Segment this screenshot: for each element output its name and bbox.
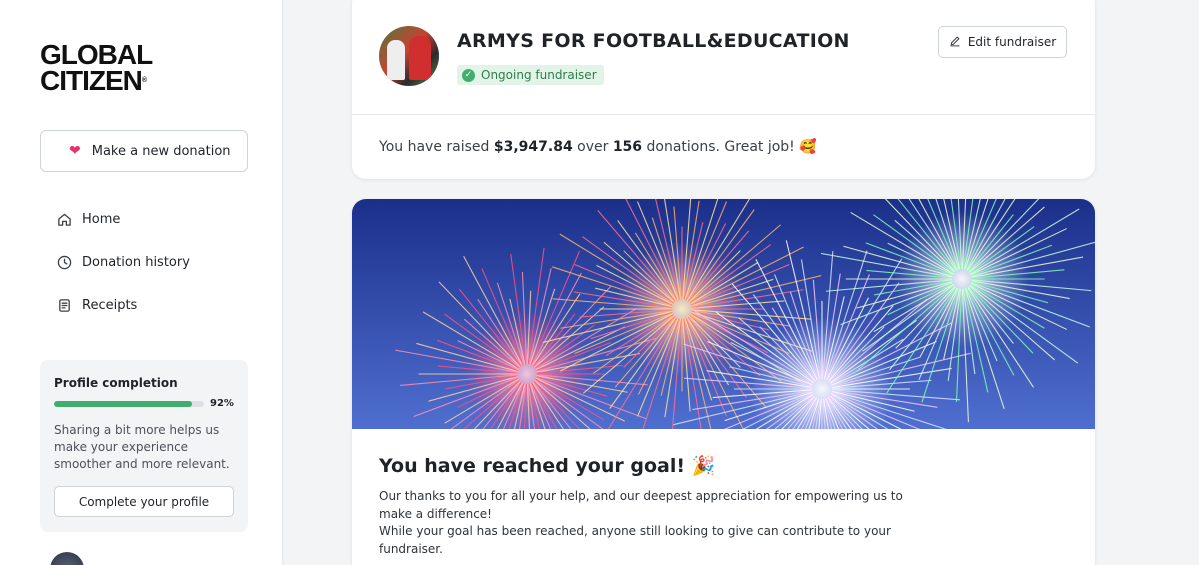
edit-fundraiser-label: Edit fundraiser [967,35,1057,49]
sidebar: GLOBAL CITIZEN® ❤ Make a new donation Ho… [0,0,283,565]
goal-message-line-2: While your goal has been reached, anyone… [379,524,891,556]
check-circle-icon: ✓ [462,68,475,82]
goal-message: Our thanks to you for all your help, and… [379,488,909,558]
status-badge: ✓ Ongoing fundraiser [457,65,604,85]
fundraiser-summary-card: ARMYS FOR FOOTBALL&EDUCATION ✓ Ongoing f… [352,0,1095,179]
raised-mid: over [572,139,613,155]
card-divider [352,114,1095,115]
fireworks-image [352,199,1095,429]
logo-registered-mark: ® [141,77,148,84]
home-icon [56,212,72,228]
make-donation-button[interactable]: ❤ Make a new donation [40,130,248,172]
global-citizen-logo[interactable]: GLOBAL CITIZEN® [40,41,180,96]
user-avatar[interactable] [50,552,84,565]
edit-fundraiser-button[interactable]: Edit fundraiser [938,26,1067,58]
donation-count: 156 [612,139,643,155]
receipt-icon [56,298,72,314]
profile-completion-description: Sharing a bit more helps us make your ex… [54,423,230,471]
logo-line-2: CITIZEN [40,65,143,96]
progress-fill [54,400,192,407]
fundraiser-avatar [379,26,439,86]
sidebar-nav: Home Donation history Receipts [56,206,190,335]
pencil-icon [949,35,961,50]
goal-reached-card: You have reached your goal! 🎉 Our thanks… [352,199,1095,565]
heart-icon: ❤ [69,143,81,159]
sidebar-item-home[interactable]: Home [56,206,190,233]
sidebar-item-label: Home [82,212,121,227]
sidebar-item-receipts[interactable]: Receipts [56,292,190,319]
raised-suffix: donations. Great job! 🥰 [642,139,817,155]
goal-message-line-1: Our thanks to you for all your help, and… [379,489,903,521]
profile-completion-card: Profile completion 92% Sharing a bit mor… [40,360,248,532]
sidebar-item-label: Receipts [82,298,138,313]
raised-summary: You have raised $3,947.84 over 156 donat… [379,139,817,155]
goal-title: You have reached your goal! 🎉 [379,455,716,477]
status-label: Ongoing fundraiser [481,68,597,82]
raised-prefix: You have raised [379,139,494,155]
complete-profile-button[interactable]: Complete your profile [54,486,234,517]
sidebar-item-label: Donation history [82,255,190,270]
raised-amount: $3,947.84 [493,139,573,155]
profile-progress: 92% [54,398,234,409]
sidebar-item-donation-history[interactable]: Donation history [56,249,190,276]
make-donation-label: Make a new donation [91,143,231,159]
clock-icon [56,255,72,271]
profile-completion-title: Profile completion [54,376,178,390]
progress-percent: 92% [210,398,234,409]
progress-track [54,400,204,407]
fundraiser-title: ARMYS FOR FOOTBALL&EDUCATION [457,30,850,52]
